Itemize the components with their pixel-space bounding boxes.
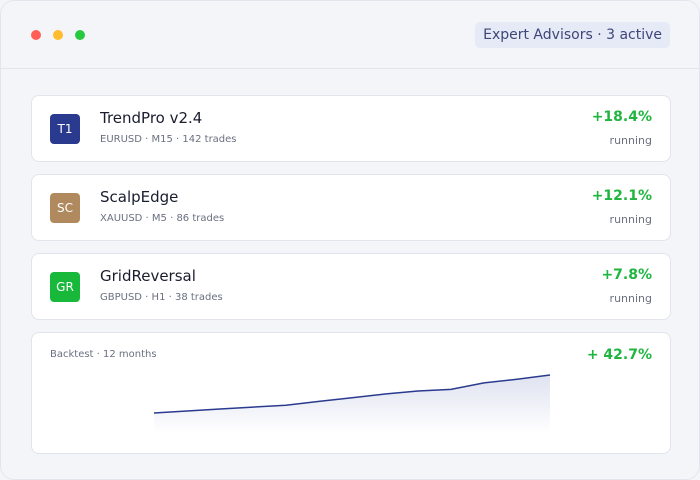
zoom-window-button[interactable] [75, 30, 85, 40]
expert-return: +18.4% [591, 109, 652, 125]
active-experts-badge: Expert Advisors · 3 active [475, 22, 670, 48]
expert-status: running [609, 213, 652, 226]
expert-status: running [609, 134, 652, 147]
expert-avatar: SC [50, 193, 80, 223]
expert-return: +12.1% [591, 188, 652, 204]
app-window: Expert Advisors · 3 active T1 TrendPro v… [0, 0, 700, 480]
expert-avatar: T1 [50, 114, 80, 144]
backtest-card: Backtest · 12 months + 42.7% [31, 332, 671, 454]
expert-meta: EURUSD · M15 · 142 trades [100, 134, 237, 145]
expert-name: TrendPro v2.4 [100, 109, 203, 127]
expert-meta: XAUUSD · M5 · 86 trades [100, 213, 225, 224]
expert-return: +7.8% [601, 267, 652, 283]
expert-status: running [609, 292, 652, 305]
equity-area [154, 375, 550, 433]
expert-card-2[interactable]: SC ScalpEdge XAUUSD · M5 · 86 trades +12… [31, 174, 671, 241]
close-window-button[interactable] [31, 30, 41, 40]
expert-name: GridReversal [100, 267, 196, 285]
backtest-equity-chart [153, 374, 551, 433]
expert-card-1[interactable]: T1 TrendPro v2.4 EURUSD · M15 · 142 trad… [31, 95, 671, 162]
minimize-window-button[interactable] [53, 30, 63, 40]
expert-meta: GBPUSD · H1 · 38 trades [100, 292, 223, 303]
title-bar: Expert Advisors · 3 active [1, 1, 699, 69]
expert-avatar: GR [50, 272, 80, 302]
expert-card-3[interactable]: GR GridReversal GBPUSD · H1 · 38 trades … [31, 253, 671, 320]
expert-name: ScalpEdge [100, 188, 179, 206]
